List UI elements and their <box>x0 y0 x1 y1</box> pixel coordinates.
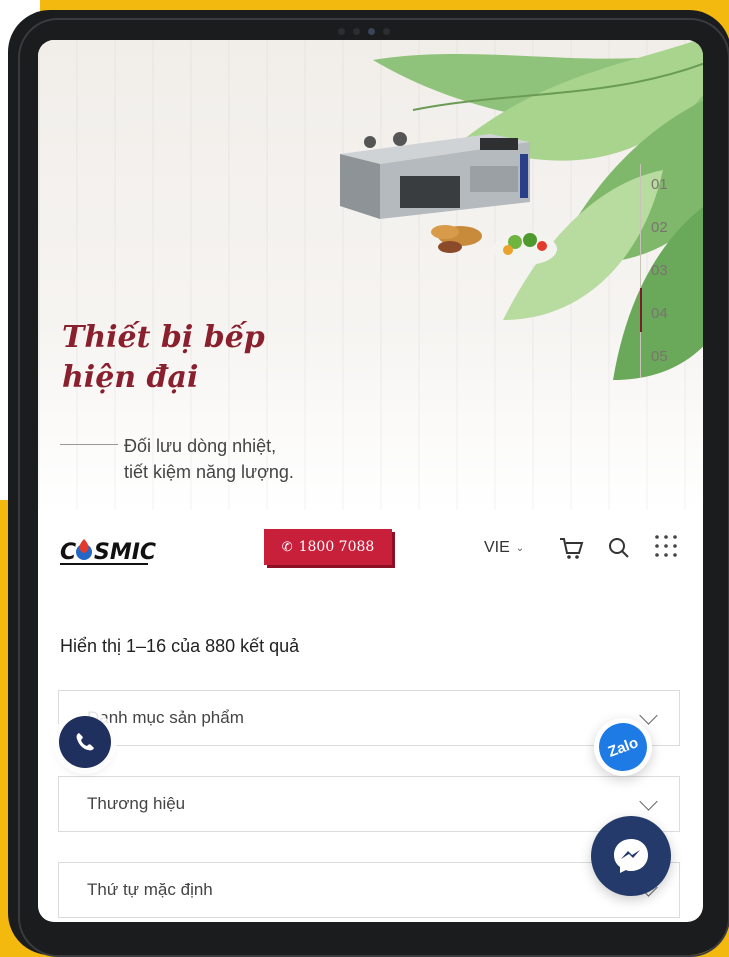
kitchen-equipment-image <box>340 132 557 265</box>
slide-link-02[interactable]: 02 <box>651 219 668 236</box>
hero-title-line-2: hiện đại <box>62 360 199 395</box>
cosmic-logo[interactable]: C SMIC <box>60 525 170 575</box>
cart-icon[interactable] <box>558 535 584 561</box>
screen: Thiết bị bếp hiện đại Đối lưu dòng nhiệt… <box>38 40 703 922</box>
chevron-down-icon <box>639 705 658 725</box>
result-count: Hiển thị 1–16 của 880 kết quả <box>60 636 300 656</box>
sort-order-select[interactable]: Thứ tự mặc định <box>58 862 680 918</box>
language-selector[interactable]: VIE ⌄ <box>484 539 524 557</box>
zalo-chat-button[interactable]: Zalo <box>592 716 654 778</box>
brand-filter-select[interactable]: Thương hiệu <box>58 776 680 832</box>
call-floating-button[interactable] <box>59 716 111 768</box>
zalo-label: Zalo <box>605 733 641 761</box>
svg-text:C: C <box>60 540 76 565</box>
hero-subtitle: Đối lưu dòng nhiệt, tiết kiệm năng lượng… <box>124 433 404 485</box>
hero-subtitle-line-2: tiết kiệm năng lượng. <box>124 462 294 482</box>
site-header: C SMIC ✆ 1800 7088 VIE ⌄ <box>38 525 703 575</box>
hero-subtitle-rule <box>60 444 118 445</box>
hotline-number: 1800 7088 <box>298 539 375 555</box>
hotline-button[interactable]: ✆ 1800 7088 <box>264 529 392 565</box>
hero-subtitle-line-1: Đối lưu dòng nhiệt, <box>124 436 277 456</box>
language-label: VIE <box>484 539 510 556</box>
slide-link-03[interactable]: 03 <box>651 262 668 279</box>
slide-pagination: 01 02 03 04 05 <box>640 164 681 378</box>
search-icon[interactable] <box>608 537 630 559</box>
hero-title: Thiết bị bếp hiện đại <box>62 318 322 398</box>
category-filter-label: Danh mục sản phẩm <box>87 708 244 727</box>
phone-icon <box>76 733 94 751</box>
messenger-icon <box>614 839 648 873</box>
phone-icon: ✆ <box>281 539 293 555</box>
slide-link-05[interactable]: 05 <box>651 348 668 365</box>
sort-order-label: Thứ tự mặc định <box>87 880 213 899</box>
category-filter-select[interactable]: Danh mục sản phẩm <box>58 690 680 746</box>
svg-text:SMIC: SMIC <box>94 540 156 565</box>
hero-banner: Thiết bị bếp hiện đại Đối lưu dòng nhiệt… <box>38 40 703 510</box>
slide-link-04[interactable]: 04 <box>651 305 668 322</box>
grid-menu-icon[interactable] <box>653 533 679 559</box>
camera-sensors <box>338 26 428 36</box>
slide-active-marker <box>640 288 642 332</box>
chevron-down-icon <box>639 791 658 811</box>
hero-title-line-1: Thiết bị bếp <box>62 320 265 355</box>
brand-filter-label: Thương hiệu <box>87 794 186 813</box>
messenger-chat-button[interactable] <box>591 816 671 896</box>
slide-link-01[interactable]: 01 <box>651 176 668 193</box>
chevron-down-icon: ⌄ <box>515 542 525 554</box>
